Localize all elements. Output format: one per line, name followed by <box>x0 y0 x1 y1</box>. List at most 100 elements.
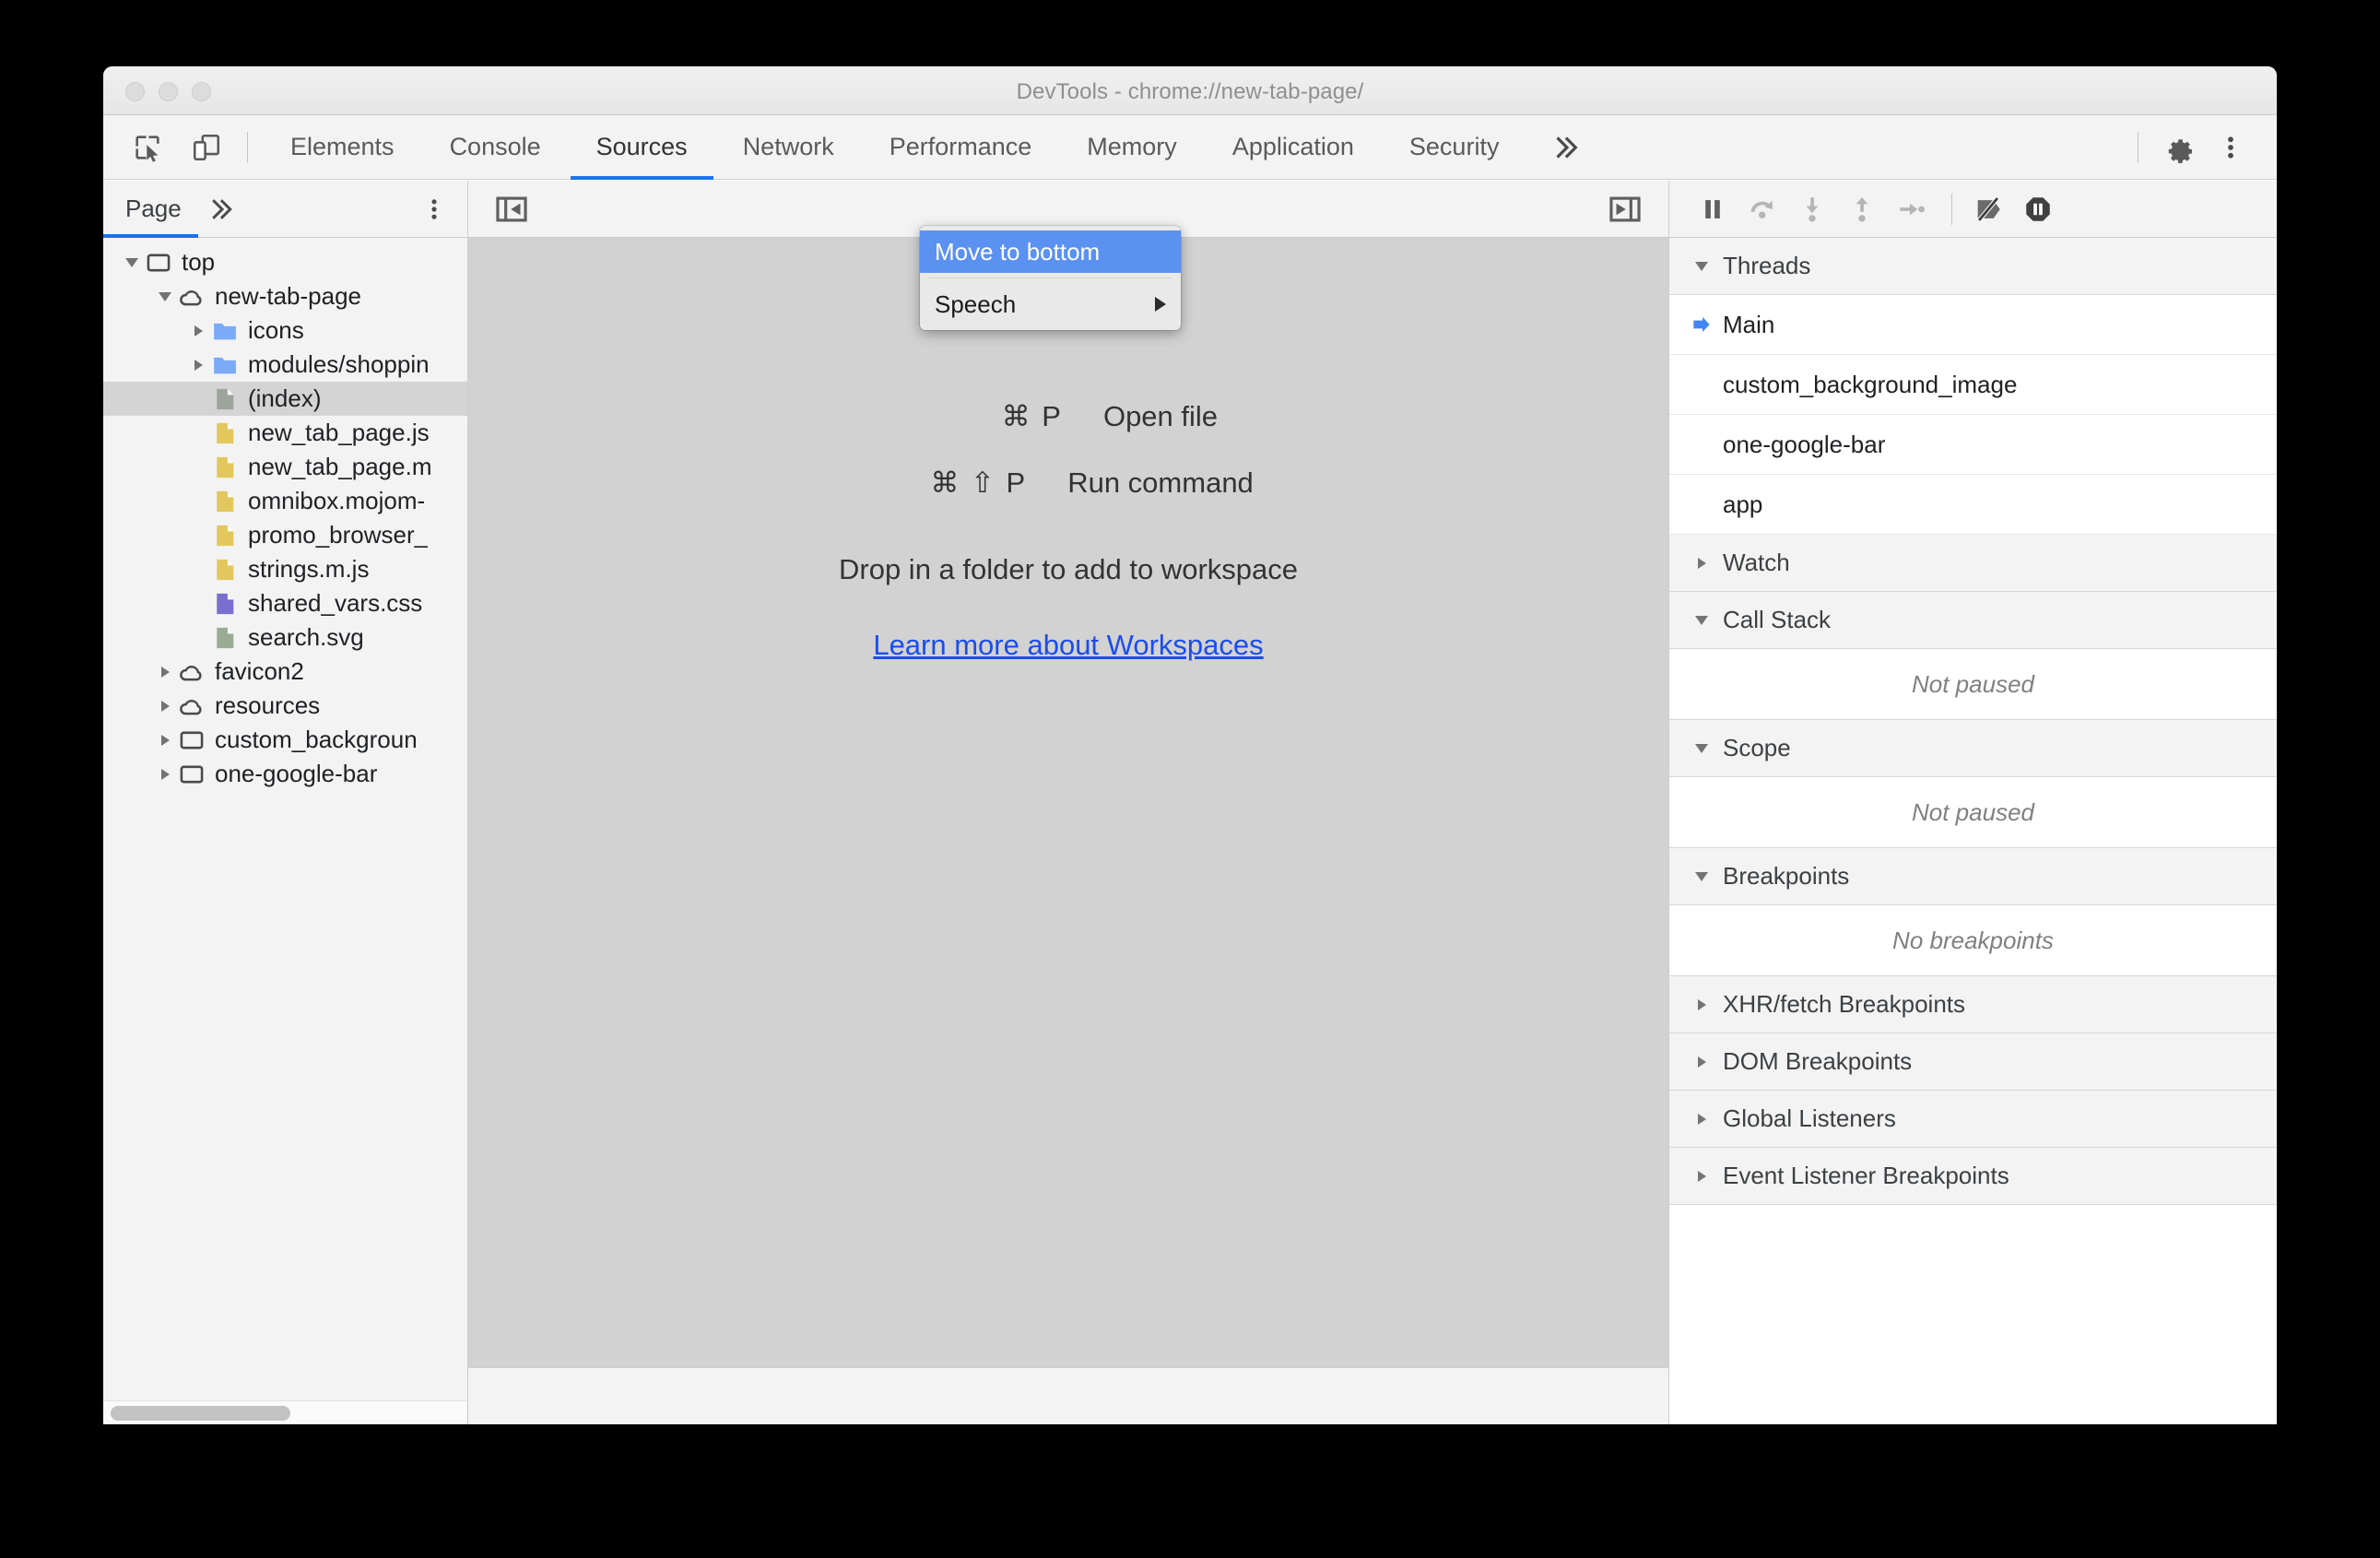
navigator-kebab-menu-icon[interactable] <box>412 187 456 231</box>
section-header-breakpoints[interactable]: Breakpoints <box>1669 848 2277 905</box>
chevron-right-icon <box>1690 1113 1714 1125</box>
tree-item[interactable]: favicon2 <box>103 655 467 689</box>
tab-label: Application <box>1231 133 1354 160</box>
section-title: DOM Breakpoints <box>1723 1047 1913 1075</box>
tree-item[interactable]: icons <box>103 313 467 348</box>
window-title: DevTools - chrome://new-tab-page/ <box>1016 79 1364 104</box>
section-header-threads[interactable]: Threads <box>1669 238 2277 295</box>
chevron-down-icon[interactable] <box>153 291 177 301</box>
chevron-right-icon[interactable] <box>153 666 177 678</box>
thread-item-main[interactable]: Main <box>1669 295 2277 355</box>
scrollbar-thumb[interactable] <box>111 1406 290 1421</box>
pause-on-exceptions-icon[interactable] <box>2015 186 2061 232</box>
tab-label: Console <box>449 133 541 160</box>
navigator-more-tabs-icon[interactable] <box>198 181 246 238</box>
tab-label: Performance <box>889 133 1032 160</box>
chevron-right-icon[interactable] <box>186 359 210 371</box>
desktop-background <box>0 1424 2380 1558</box>
step-icon[interactable] <box>1889 186 1935 232</box>
kebab-menu-icon[interactable] <box>2205 125 2256 170</box>
context-menu-item-speech[interactable]: Speech <box>920 283 1181 325</box>
device-toolbar-icon[interactable] <box>181 125 232 170</box>
section-header-xhr-fetch-breakpoints[interactable]: XHR/fetch Breakpoints <box>1669 976 2277 1033</box>
pause-script-icon[interactable] <box>1690 186 1736 232</box>
section-header-watch[interactable]: Watch <box>1669 535 2277 592</box>
tree-item[interactable]: search.svg <box>103 620 467 655</box>
tab-application[interactable]: Application <box>1205 115 1382 180</box>
tree-item[interactable]: modules/shoppin <box>103 348 467 382</box>
deactivate-breakpoints-icon[interactable] <box>1965 186 2011 232</box>
tab-security[interactable]: Security <box>1382 115 1527 180</box>
debugger-sections: Threads Main custom_background_image one… <box>1669 238 2277 1424</box>
hide-navigator-panel-icon[interactable] <box>490 188 533 230</box>
learn-more-workspaces-link[interactable]: Learn more about Workspaces <box>873 629 1263 662</box>
chevron-right-icon <box>1690 557 1714 569</box>
section-title: Watch <box>1723 549 1790 576</box>
tab-elements[interactable]: Elements <box>263 115 422 180</box>
tab-network[interactable]: Network <box>715 115 862 180</box>
tree-item-label: new_tab_page.m <box>248 453 432 480</box>
navigator-horizontal-scrollbar[interactable] <box>103 1400 466 1424</box>
tree-item[interactable]: (index) <box>103 382 467 416</box>
tree-item[interactable]: shared_vars.css <box>103 586 467 620</box>
context-menu: Move to bottom Speech <box>920 226 1181 330</box>
file-icon <box>210 420 240 446</box>
tree-item-label: omnibox.mojom- <box>248 487 426 514</box>
section-title: Threads <box>1723 252 1811 279</box>
tree-item-label: shared_vars.css <box>248 589 423 617</box>
thread-label: app <box>1723 490 1763 518</box>
file-icon <box>210 489 240 514</box>
section-header-scope[interactable]: Scope <box>1669 720 2277 777</box>
more-tabs-icon[interactable] <box>1526 115 1608 180</box>
page-file-tree[interactable]: top new-tab-page icons modules/shoppin (inde… <box>103 238 467 1424</box>
navigator-panel: Page top new-tab-page icons modules/shoppin… <box>103 181 468 1424</box>
scope-empty-message: Not paused <box>1669 777 2277 848</box>
tree-item[interactable]: promo_browser_ <box>103 518 467 552</box>
section-header-global-listeners[interactable]: Global Listeners <box>1669 1091 2277 1148</box>
tree-item-label: new_tab_page.js <box>248 419 430 446</box>
tree-item[interactable]: custom_backgroun <box>103 723 467 757</box>
section-header-dom-breakpoints[interactable]: DOM Breakpoints <box>1669 1033 2277 1091</box>
show-debugger-panel-icon[interactable] <box>1604 188 1646 230</box>
context-menu-item-move-to-bottom[interactable]: Move to bottom <box>920 230 1181 273</box>
chevron-right-icon[interactable] <box>153 768 177 780</box>
navigator-tab-page[interactable]: Page <box>103 181 198 238</box>
folder-icon <box>210 351 240 379</box>
tab-performance[interactable]: Performance <box>862 115 1060 180</box>
thread-item-app[interactable]: app <box>1669 475 2277 535</box>
tree-item[interactable]: omnibox.mojom- <box>103 484 467 518</box>
thread-item-custom-background-image[interactable]: custom_background_image <box>1669 355 2277 415</box>
tree-item[interactable]: new_tab_page.js <box>103 416 467 450</box>
tab-memory[interactable]: Memory <box>1059 115 1205 180</box>
thread-label: Main <box>1723 310 1775 338</box>
inspect-element-icon[interactable] <box>122 125 173 170</box>
section-header-call-stack[interactable]: Call Stack <box>1669 592 2277 649</box>
thread-item-one-google-bar[interactable]: one-google-bar <box>1669 415 2277 475</box>
tree-item[interactable]: new-tab-page <box>103 279 467 313</box>
step-over-icon[interactable] <box>1739 186 1785 232</box>
tab-console[interactable]: Console <box>422 115 569 180</box>
section-title: XHR/fetch Breakpoints <box>1723 990 1966 1018</box>
tree-item[interactable]: one-google-bar <box>103 757 467 791</box>
shortcut-keys: ⌘ P <box>1001 400 1063 432</box>
chevron-right-icon[interactable] <box>153 700 177 712</box>
context-menu-item-label: Move to bottom <box>935 237 1101 266</box>
step-into-icon[interactable] <box>1789 186 1835 232</box>
tab-label: Security <box>1408 133 1500 160</box>
tree-item[interactable]: resources <box>103 689 467 723</box>
chevron-down-icon[interactable] <box>120 257 144 267</box>
tree-item[interactable]: new_tab_page.m <box>103 450 467 484</box>
gear-icon[interactable] <box>2153 125 2205 170</box>
section-title: Global Listeners <box>1723 1104 1896 1132</box>
tree-item[interactable]: top <box>103 245 467 279</box>
step-out-icon[interactable] <box>1839 186 1885 232</box>
tab-sources[interactable]: Sources <box>569 115 715 180</box>
call-stack-empty-message: Not paused <box>1669 649 2277 720</box>
tabbar-right-controls <box>2123 125 2277 170</box>
file-icon <box>210 454 240 480</box>
tree-item[interactable]: strings.m.js <box>103 552 467 586</box>
chevron-right-icon[interactable] <box>153 734 177 746</box>
chevron-right-icon[interactable] <box>186 325 210 336</box>
file-icon <box>210 523 240 549</box>
section-header-event-listener-breakpoints[interactable]: Event Listener Breakpoints <box>1669 1148 2277 1205</box>
